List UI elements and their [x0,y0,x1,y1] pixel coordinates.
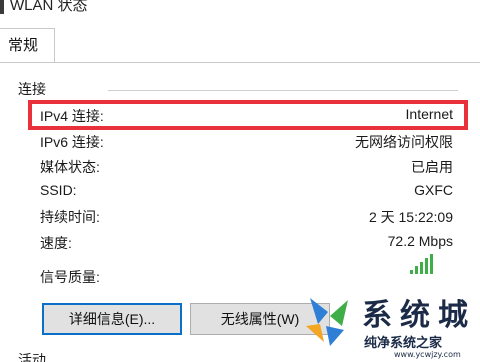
signal-bars-icon [410,254,433,274]
ipv6-value: 无网络访问权限 [355,134,453,150]
connection-section-label: 连接 [18,81,46,97]
wlan-window-icon [0,0,4,14]
watermark-logo-icon [306,298,348,346]
watermark-name: 系统城 [362,298,476,333]
signal-quality-label: 信号质量: [40,269,100,285]
ipv6-label: IPv6 连接: [40,134,104,150]
section-divider [108,90,458,91]
details-button[interactable]: 详细信息(E)... [42,303,182,335]
window-title: WLAN 状态 [10,0,88,14]
tab-strip [0,22,480,62]
ipv4-label: IPv4 连接: [40,108,104,124]
tab-general[interactable]: 常规 [0,28,55,63]
ssid-label: SSID: [40,182,77,198]
speed-value: 72.2 Mbps [387,233,453,249]
ssid-value: GXFC [414,182,453,198]
speed-label: 速度: [40,235,72,251]
media-state-value: 已启用 [411,159,453,175]
duration-label: 持续时间: [40,209,100,225]
watermark-url: www.ycwjzy.com [394,350,461,359]
media-state-label: 媒体状态: [40,159,100,175]
activity-section-label: 活动 [18,352,46,362]
watermark: 系统城 纯净系统之家 www.ycwjzy.com [300,290,480,362]
ipv4-value: Internet [405,106,453,122]
title-bar: WLAN 状态 [0,0,480,22]
duration-value: 2 天 15:22:09 [368,209,453,225]
watermark-tagline: 纯净系统之家 [364,336,443,351]
